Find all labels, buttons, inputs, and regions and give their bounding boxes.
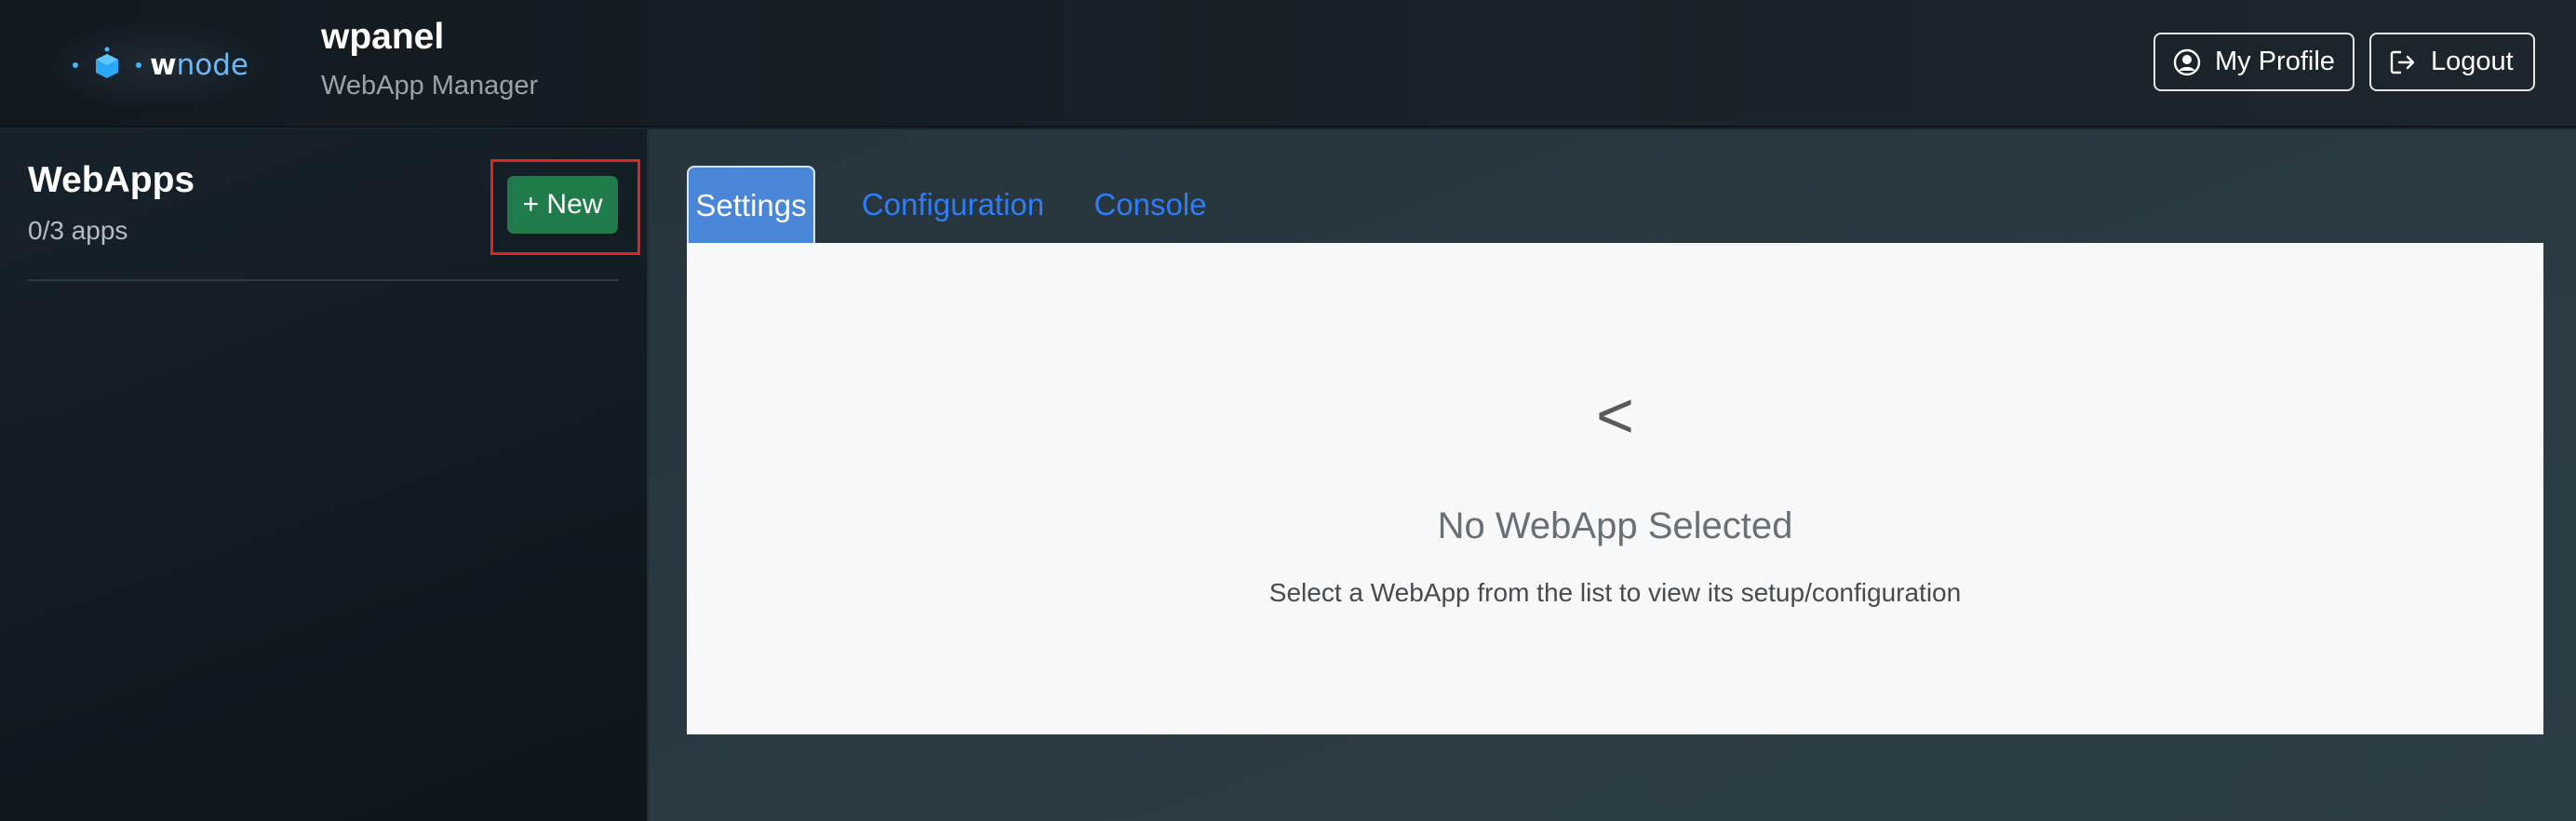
- apps-count: 0/3 apps: [28, 216, 128, 245]
- logo-text: wnode: [149, 48, 248, 82]
- logout-label: Logout: [2431, 47, 2514, 76]
- my-profile-label: My Profile: [2215, 47, 2335, 76]
- new-webapp-button[interactable]: + New: [507, 176, 618, 234]
- app-subtitle: WebApp Manager: [321, 71, 539, 101]
- empty-state-description: Select a WebApp from the list to view it…: [1268, 578, 1962, 607]
- tab-configuration[interactable]: Configuration: [841, 166, 1065, 243]
- empty-state-title: No WebApp Selected: [1437, 505, 1793, 546]
- my-profile-button[interactable]: My Profile: [2153, 33, 2355, 91]
- logout-button[interactable]: Logout: [2369, 33, 2535, 91]
- app-title: wpanel: [321, 17, 445, 57]
- chevron-left-icon: <: [1596, 379, 1634, 451]
- tab-console[interactable]: Console: [1085, 166, 1215, 243]
- main-content: Settings Configuration Console < No WebA…: [649, 129, 2576, 821]
- sidebar-divider: [28, 279, 619, 281]
- app-header: wnode wpanel WebApp Manager My Profile L…: [0, 0, 2576, 128]
- logo[interactable]: wnode: [43, 19, 275, 112]
- sidebar-title: WebApps: [28, 160, 195, 200]
- user-circle-icon: [2173, 48, 2201, 75]
- tab-settings[interactable]: Settings: [687, 166, 815, 243]
- logout-icon: [2390, 50, 2415, 74]
- logo-cube-icon: [72, 47, 141, 78]
- webapps-sidebar: WebApps 0/3 apps + New: [0, 129, 649, 821]
- empty-state-panel: < No WebApp Selected Select a WebApp fro…: [687, 243, 2543, 734]
